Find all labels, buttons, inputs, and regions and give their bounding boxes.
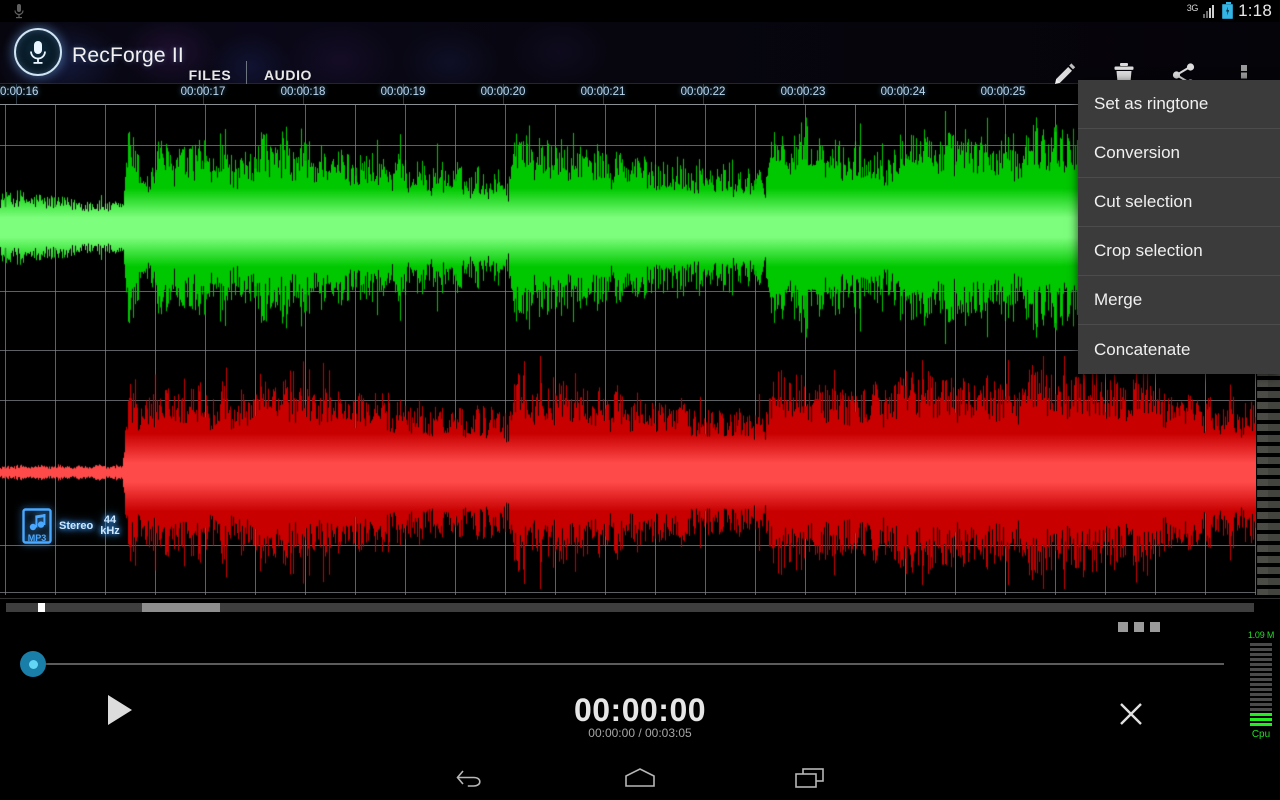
delete-button[interactable]	[1094, 44, 1154, 84]
audio-format-badge: MP3 Stereo 44 kHz	[22, 508, 120, 544]
strip-top-divider	[0, 598, 1280, 599]
ruler-tick-label: 00:00:19	[381, 86, 426, 98]
close-icon	[1113, 696, 1149, 732]
menu-item-label: Crop selection	[1094, 241, 1203, 261]
cpu-meter: 1.09 M Cpu	[1244, 630, 1278, 750]
cpu-meter-bar	[1250, 708, 1272, 711]
back-icon	[454, 767, 486, 789]
tab-files-label: FILES	[189, 67, 232, 83]
menu-item-crop-selection[interactable]: Crop selection	[1078, 227, 1280, 276]
overview-scroll-strip[interactable]	[0, 595, 1280, 621]
menu-item-set-as-ringtone[interactable]: Set as ringtone	[1078, 80, 1280, 129]
recording-mic-icon	[12, 3, 26, 19]
cpu-meter-label: Cpu	[1244, 729, 1278, 740]
microphone-icon	[27, 39, 49, 65]
cpu-meter-bar	[1250, 643, 1272, 646]
menu-item-label: Merge	[1094, 290, 1142, 310]
cpu-meter-bar	[1250, 663, 1272, 666]
menu-item-label: Conversion	[1094, 143, 1180, 163]
android-status-bar: 3G 1:18	[0, 0, 1280, 22]
resize-grip[interactable]	[1118, 622, 1160, 632]
ruler-tick-label: 00:00:21	[581, 86, 626, 98]
app-bar-actions	[1034, 44, 1274, 84]
right-channel-waveform	[0, 350, 1280, 595]
cpu-meter-bar	[1250, 673, 1272, 676]
app-bar: RecForge II FILES AUDIO	[0, 22, 1280, 84]
cpu-meter-bars	[1250, 643, 1272, 726]
mp3-file-icon: MP3	[22, 508, 52, 544]
nav-back-button[interactable]	[445, 761, 495, 795]
cpu-memory-label: 1.09 M	[1244, 630, 1278, 640]
ruler-tick-label: 00:00:24	[881, 86, 926, 98]
android-nav-bar	[0, 756, 1280, 800]
menu-item-label: Set as ringtone	[1094, 94, 1208, 114]
network-type-label: 3G	[1187, 3, 1198, 13]
overflow-menu-button[interactable]	[1214, 44, 1274, 84]
menu-item-label: Concatenate	[1094, 340, 1190, 360]
signal-icon	[1203, 5, 1217, 18]
samplerate-unit: kHz	[100, 525, 120, 537]
tab-separator	[246, 61, 247, 84]
status-bar-right: 3G 1:18	[1187, 0, 1272, 22]
cpu-meter-bar	[1250, 653, 1272, 656]
seek-track[interactable]	[44, 663, 1224, 665]
tab-files[interactable]: FILES	[178, 44, 242, 84]
tab-bar: FILES AUDIO	[178, 44, 321, 84]
app-root: 3G 1:18 RecForge II FILES AUDIO	[0, 0, 1280, 800]
ruler-tick-label: 00:00:20	[481, 86, 526, 98]
cpu-meter-bar	[1250, 648, 1272, 651]
cpu-meter-bar	[1250, 683, 1272, 686]
overflow-menu[interactable]: Set as ringtone Conversion Cut selection…	[1078, 80, 1280, 374]
recents-icon	[793, 766, 827, 790]
ruler-tick-label: 00:00:25	[981, 86, 1026, 98]
seek-handle[interactable]	[20, 651, 46, 677]
battery-icon	[1222, 4, 1233, 19]
cpu-meter-bar	[1250, 698, 1272, 701]
overview-playhead[interactable]	[38, 603, 45, 612]
audio-channels-label: Stereo	[59, 520, 93, 532]
ruler-tick-label: 00:00:23	[781, 86, 826, 98]
menu-item-label: Cut selection	[1094, 192, 1192, 212]
overview-thumb[interactable]	[142, 603, 220, 612]
ruler-tick-label: 00:00:16	[0, 86, 38, 98]
share-button[interactable]	[1154, 44, 1214, 84]
menu-item-cut-selection[interactable]: Cut selection	[1078, 178, 1280, 227]
cpu-meter-bar	[1250, 658, 1272, 661]
current-time-display: 00:00:00	[0, 692, 1280, 729]
audio-samplerate: 44 kHz	[100, 515, 120, 537]
ruler-tick-label: 00:00:22	[681, 86, 726, 98]
ruler-tick-label: 00:00:17	[181, 86, 226, 98]
close-button[interactable]	[1113, 696, 1149, 732]
menu-item-conversion[interactable]: Conversion	[1078, 129, 1280, 178]
menu-item-concatenate[interactable]: Concatenate	[1078, 325, 1280, 374]
position-duration-display: 00:00:00 / 00:03:05	[0, 726, 1280, 740]
svg-text:MP3: MP3	[28, 533, 47, 543]
cpu-meter-bar	[1250, 688, 1272, 691]
overview-track[interactable]	[6, 603, 1254, 612]
ruler-tick-label: 00:00:18	[281, 86, 326, 98]
nav-recents-button[interactable]	[785, 761, 835, 795]
app-logo[interactable]	[14, 28, 62, 76]
cpu-meter-bar	[1250, 678, 1272, 681]
cpu-meter-bar	[1250, 713, 1272, 716]
tab-audio-label: AUDIO	[264, 67, 312, 83]
cpu-meter-bar	[1250, 723, 1272, 726]
nav-home-button[interactable]	[615, 761, 665, 795]
edit-button[interactable]	[1034, 44, 1094, 84]
clock-label: 1:18	[1238, 1, 1272, 21]
menu-item-merge[interactable]: Merge	[1078, 276, 1280, 325]
page-title: RecForge II	[72, 44, 184, 68]
edit-icon	[1050, 61, 1078, 84]
cpu-meter-bar	[1250, 718, 1272, 721]
cpu-meter-bar	[1250, 703, 1272, 706]
cpu-meter-bar	[1250, 693, 1272, 696]
cpu-meter-bar	[1250, 668, 1272, 671]
home-icon	[622, 767, 658, 789]
tab-audio[interactable]: AUDIO	[255, 44, 321, 84]
